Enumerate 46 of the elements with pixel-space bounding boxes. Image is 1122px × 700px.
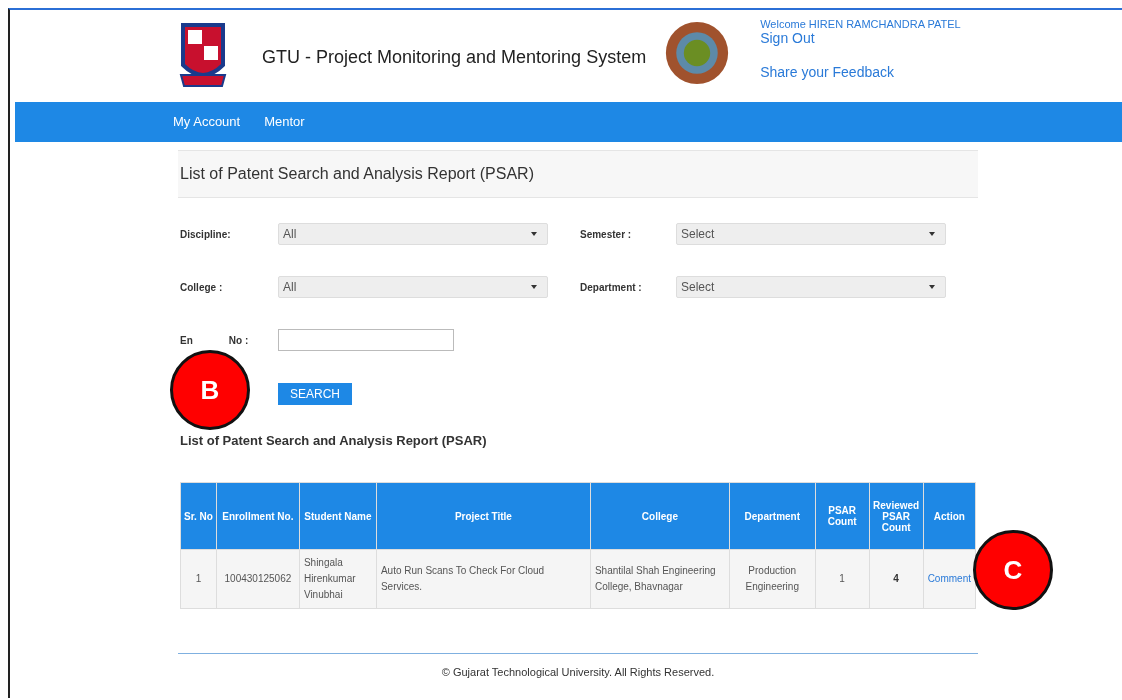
column-header: College — [590, 482, 730, 550]
input-field[interactable] — [278, 329, 454, 351]
table-title: List of Patent Search and Analysis Report (PSAR) — [179, 433, 488, 448]
table-cell: Auto Run Scans To Check For Cloud Services. — [376, 549, 591, 609]
table-cell: Production Engineering — [729, 549, 816, 609]
column-header: Action — [923, 482, 976, 550]
field-label: College : — [179, 281, 224, 293]
callout-marker: B — [170, 350, 250, 430]
search-button[interactable]: SEARCH — [278, 383, 352, 405]
dropdown[interactable]: All — [278, 276, 548, 298]
column-header: PSAR Count — [815, 482, 870, 550]
nav-link[interactable]: Mentor — [264, 114, 305, 129]
caret-icon — [929, 285, 935, 289]
sign-out-link[interactable]: Sign Out — [760, 30, 961, 46]
dropdown[interactable]: Select — [676, 276, 946, 298]
dropdown[interactable]: Select — [676, 223, 946, 245]
feedback-link[interactable]: Share your Feedback — [760, 64, 961, 80]
table-cell: 4 — [869, 549, 924, 609]
caret-icon — [929, 232, 935, 236]
nav-link[interactable]: My Account — [173, 114, 241, 129]
column-header: Enrollment No. — [216, 482, 300, 550]
caret-icon — [531, 285, 537, 289]
field-label: Department : — [579, 281, 643, 293]
field-label: No : — [228, 334, 249, 346]
university-crest-logo — [178, 20, 228, 90]
table-cell: Shantilal Shah Engineering College, Bhavnagar — [590, 549, 730, 609]
welcome-text: Welcome HIREN RAMCHANDRA PATEL — [760, 18, 961, 30]
column-header: Student Name — [299, 482, 377, 550]
copyright-text: © Gujarat Technological University. All Rights Reserved. — [441, 666, 715, 678]
comment-link[interactable]: Comment — [927, 573, 971, 584]
field-label: Semester : — [579, 228, 633, 240]
field-label: En — [180, 334, 193, 346]
dropdown[interactable]: All — [278, 223, 548, 245]
site-title: GTU - Project Monitoring and Mentoring System — [262, 47, 647, 68]
table-cell: Shingala Hirenkumar Vinubhai — [299, 549, 377, 609]
caret-icon — [531, 232, 537, 236]
column-header: Reviewed PSAR Count — [869, 482, 924, 550]
column-header: Department — [729, 482, 816, 550]
table-cell: 1 — [815, 549, 870, 609]
column-header: Project Title — [376, 482, 591, 550]
table-cell: 1 — [180, 549, 217, 609]
callout-marker: C — [973, 530, 1053, 610]
table-cell: 100430125062 — [216, 549, 300, 609]
page-title: List of Patent Search and Analysis Report (PSAR) — [180, 165, 534, 183]
field-label: Discipline: — [179, 228, 232, 240]
column-header: Sr. No — [180, 482, 217, 550]
